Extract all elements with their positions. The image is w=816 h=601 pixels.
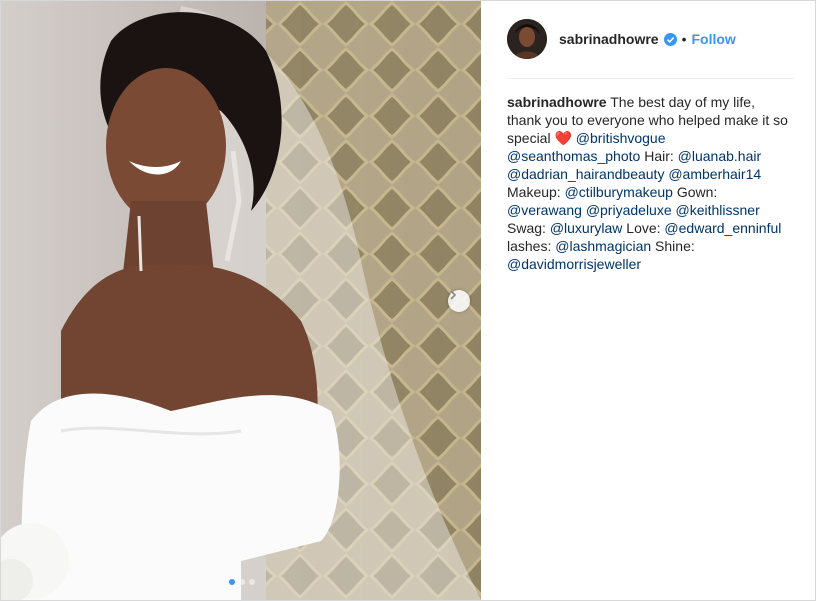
caption-text: Gown: (672, 184, 718, 200)
mention-link[interactable]: @verawang (507, 202, 582, 218)
mention-link[interactable]: @amberhair14 (668, 166, 761, 182)
mention-link[interactable]: @ctilburymakeup (565, 184, 673, 200)
mention-link[interactable]: @davidmorrisjeweller (507, 256, 641, 272)
heart-emoji: ❤️ (554, 130, 572, 146)
mention-link[interactable]: @seanthomas_photo (507, 148, 640, 164)
username-link[interactable]: sabrinadhowre (559, 31, 659, 47)
post-header: sabrinadhowre • Follow (507, 18, 795, 60)
caption-text: Swag: (507, 220, 550, 236)
carousel-dot (229, 579, 235, 585)
carousel-dot (249, 579, 255, 585)
caption-text: Makeup: (507, 184, 565, 200)
caption-username[interactable]: sabrinadhowre (507, 94, 607, 110)
mention-link[interactable]: @britishvogue (576, 130, 666, 146)
follow-button[interactable]: Follow (692, 31, 736, 47)
avatar[interactable] (507, 19, 547, 59)
verified-badge-icon (663, 32, 677, 46)
carousel-next-button[interactable] (448, 290, 470, 312)
mention-link[interactable]: @dadrian_hairandbeauty (507, 166, 664, 182)
caption-text: Shine: (651, 238, 695, 254)
bride-photo-illustration (1, 1, 481, 600)
mention-link[interactable]: @keithlissner (676, 202, 760, 218)
carousel-indicator (229, 579, 255, 585)
caption-text: Love: (622, 220, 665, 236)
carousel-dot (239, 579, 245, 585)
post-caption: sabrinadhowre The best day of my life, t… (507, 93, 792, 273)
post-photo[interactable] (1, 1, 481, 600)
caption-text: lashes: (507, 238, 556, 254)
instagram-post: sabrinadhowre • Follow sabrinadhowre The… (0, 0, 816, 601)
mention-link[interactable]: @luanab.hair (678, 148, 762, 164)
caption-text: Hair: (640, 148, 678, 164)
mention-link[interactable]: @lashmagician (555, 238, 651, 254)
mention-link[interactable]: @edward_enninful (664, 220, 781, 236)
mention-link[interactable]: @priyadeluxe (586, 202, 672, 218)
mention-link[interactable]: @luxurylaw (550, 220, 623, 236)
post-details-panel: sabrinadhowre • Follow sabrinadhowre The… (482, 1, 815, 600)
header-divider (507, 78, 794, 79)
separator-dot: • (681, 31, 687, 47)
